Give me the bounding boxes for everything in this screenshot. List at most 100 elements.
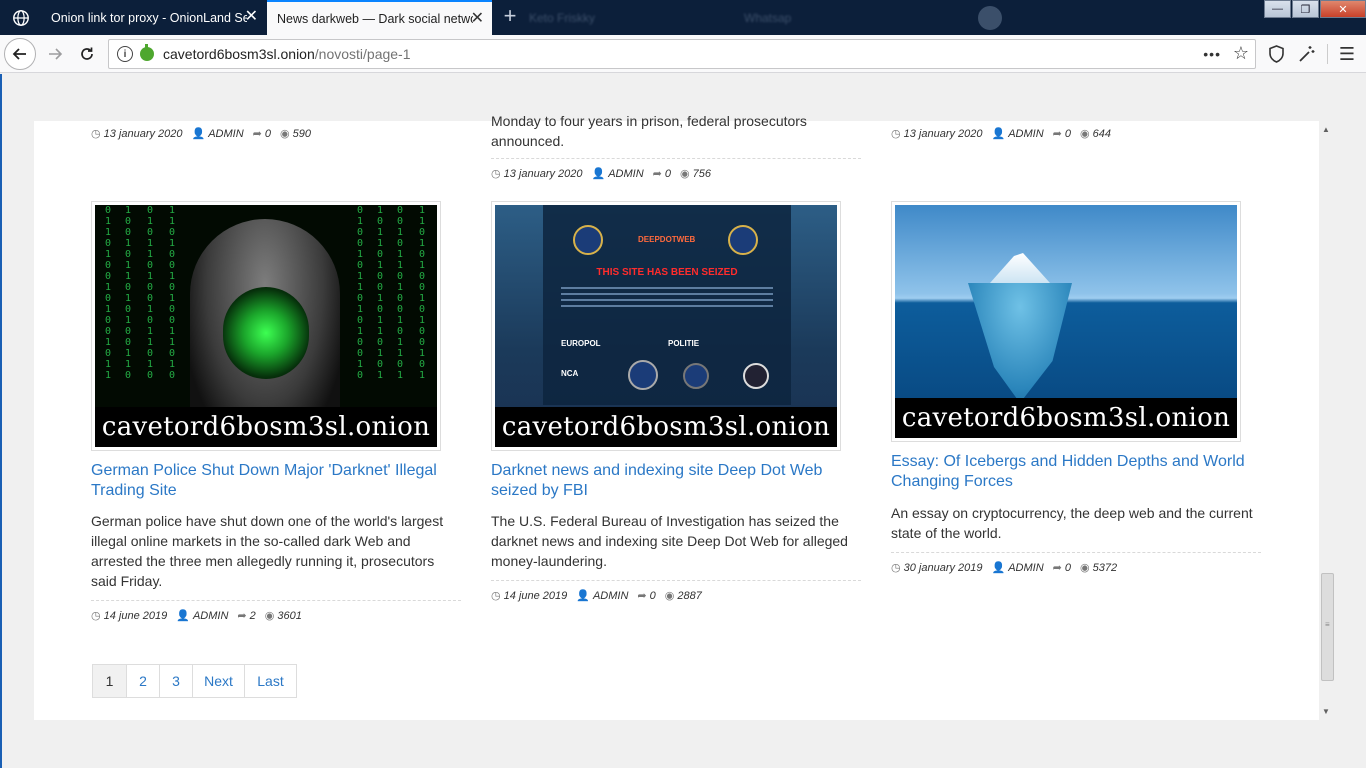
- meta-date: 14 june 2019: [103, 609, 168, 622]
- article-image-iceberg[interactable]: cavetord6bosm3sl.onion: [891, 201, 1241, 442]
- user-icon: 👤: [176, 610, 190, 622]
- article-meta: ◷ 13 january 2020 👤 ADMIN ➦ 0 ◉ 644: [891, 127, 1111, 141]
- meta-views: 756: [692, 167, 711, 180]
- tab-label: Onion link tor proxy - OnionLand Se: [51, 10, 247, 25]
- address-bar[interactable]: i cavetord6bosm3sl.onion/novosti/page-1 …: [108, 39, 1256, 69]
- divider: [91, 600, 461, 601]
- meta-shares: 2: [249, 609, 256, 622]
- globe-icon[interactable]: [0, 0, 41, 35]
- clock-icon: ◷: [491, 168, 501, 180]
- share-icon: ➦: [237, 610, 247, 622]
- scrollbar[interactable]: ▲ ≡ ▼: [1319, 121, 1335, 720]
- last-page-button[interactable]: Last: [244, 664, 297, 698]
- onion-icon: [140, 44, 154, 61]
- clock-icon: ◷: [491, 590, 501, 602]
- close-icon[interactable]: ✕: [471, 11, 484, 27]
- article-meta: ◷ 14 june 2019 👤 ADMIN ➦ 0 ◉ 2887: [491, 589, 702, 603]
- meta-author: ADMIN: [592, 589, 629, 602]
- tab-news-darkweb[interactable]: News darkweb — Dark social netwo ✕: [267, 0, 492, 35]
- divider: [491, 580, 861, 581]
- article-meta: ◷ 13 january 2020 👤 ADMIN ➦ 0 ◉ 756: [491, 167, 711, 181]
- share-icon: ➦: [1052, 562, 1062, 574]
- partial-article-text: Monday to four years in prison, federal …: [491, 111, 807, 151]
- eye-icon: ◉: [664, 590, 675, 602]
- meta-shares: 0: [1064, 127, 1072, 140]
- avatar: [978, 6, 1002, 30]
- clock-icon: ◷: [891, 128, 901, 140]
- meta-shares: 0: [264, 127, 272, 140]
- hacker-image: 0110100101001011 1001011010100110 010110…: [95, 205, 437, 447]
- meta-views: 5372: [1092, 561, 1118, 574]
- close-icon[interactable]: ✕: [245, 9, 258, 25]
- article-title-link[interactable]: Essay: Of Icebergs and Hidden Depths and…: [891, 452, 1271, 492]
- share-icon: ➦: [1052, 128, 1062, 140]
- window-controls: — ❐ ✕: [1263, 0, 1366, 18]
- page-1-button[interactable]: 1: [92, 664, 127, 698]
- meta-author: ADMIN: [1008, 561, 1044, 574]
- maximize-button[interactable]: ❐: [1292, 0, 1319, 18]
- meta-shares: 0: [649, 589, 656, 602]
- ghost-tab-label: Whatsap: [744, 10, 792, 25]
- meta-date: 13 january 2020: [503, 167, 583, 180]
- forward-button[interactable]: [39, 38, 71, 70]
- divider: [491, 158, 861, 159]
- scroll-down-arrow-icon[interactable]: ▼: [1322, 707, 1330, 716]
- meta-author: ADMIN: [1008, 127, 1044, 140]
- text-line: announced.: [491, 133, 565, 149]
- article-meta: ◷ 13 january 2020 👤 ADMIN ➦ 0 ◉ 590: [91, 127, 311, 141]
- url-path: /novosti/page-1: [314, 46, 411, 62]
- url-text[interactable]: cavetord6bosm3sl.onion/novosti/page-1: [163, 46, 411, 62]
- bookmark-star-icon[interactable]: ☆: [1233, 43, 1249, 64]
- info-icon[interactable]: i: [117, 46, 133, 62]
- scroll-up-arrow-icon[interactable]: ▲: [1322, 125, 1330, 134]
- eye-icon: ◉: [264, 610, 275, 622]
- meta-author: ADMIN: [208, 127, 244, 140]
- tab-bar: Onion link tor proxy - OnionLand Se ✕ Ne…: [0, 0, 1366, 35]
- tab-label: News darkweb — Dark social netwo: [277, 11, 473, 26]
- meta-author: ADMIN: [608, 167, 644, 180]
- share-icon: ➦: [252, 128, 262, 140]
- page-3-button[interactable]: 3: [159, 664, 193, 698]
- clock-icon: ◷: [91, 610, 101, 622]
- arrow-left-icon: [12, 48, 26, 60]
- reload-button[interactable]: [71, 38, 103, 70]
- image-logo-text: EUROPOL: [561, 339, 601, 348]
- user-icon: 👤: [591, 168, 606, 180]
- eye-icon: ◉: [1080, 128, 1090, 140]
- more-actions-icon[interactable]: •••: [1203, 46, 1221, 62]
- meta-date: 13 january 2020: [103, 127, 183, 140]
- tab-onionland[interactable]: Onion link tor proxy - OnionLand Se ✕: [41, 0, 266, 35]
- magic-wand-icon[interactable]: [1296, 43, 1318, 65]
- meta-shares: 0: [1064, 561, 1072, 574]
- watermark-text: cavetord6bosm3sl.onion: [895, 398, 1237, 438]
- close-window-button[interactable]: ✕: [1320, 0, 1366, 18]
- article-title-link[interactable]: German Police Shut Down Major 'Darknet' …: [91, 461, 461, 501]
- meta-views: 590: [292, 127, 311, 140]
- article-summary: An essay on cryptocurrency, the deep web…: [891, 505, 1253, 541]
- share-icon: ➦: [637, 590, 647, 602]
- new-tab-button[interactable]: +: [498, 5, 522, 29]
- image-logo-text: DEEPDOTWEB: [638, 235, 696, 244]
- back-button[interactable]: [4, 38, 36, 70]
- content-area: ◷ 13 january 2020 👤 ADMIN ➦ 0 ◉ 590 Monday t…: [34, 113, 1320, 720]
- minimize-button[interactable]: —: [1264, 0, 1291, 18]
- next-page-button[interactable]: Next: [192, 664, 245, 698]
- user-icon: 👤: [991, 128, 1006, 140]
- article-image-hacker[interactable]: 0110100101001011 1001011010100110 010110…: [91, 201, 441, 451]
- clock-icon: ◷: [91, 128, 101, 140]
- meta-author: ADMIN: [192, 609, 229, 622]
- toolbar-separator: [1327, 44, 1328, 64]
- article-title-link[interactable]: Darknet news and indexing site Deep Dot …: [491, 461, 861, 501]
- page-viewport: ◷ 13 january 2020 👤 ADMIN ➦ 0 ◉ 590 Monday t…: [0, 74, 1366, 768]
- share-icon: ➦: [652, 168, 662, 180]
- scrollbar-thumb[interactable]: ≡: [1321, 573, 1334, 681]
- hamburger-menu-icon[interactable]: ☰: [1336, 43, 1358, 65]
- shield-icon[interactable]: [1265, 43, 1287, 65]
- reload-icon: [81, 47, 93, 60]
- meta-date: 30 january 2019: [903, 561, 983, 574]
- image-logo-text: NCA: [561, 369, 579, 378]
- meta-date: 14 june 2019: [503, 589, 568, 602]
- pagination: 1 2 3 Next Last: [92, 664, 297, 698]
- article-image-fbi[interactable]: DEEPDOTWEB THIS SITE HAS BEEN SEIZED EUR…: [491, 201, 841, 451]
- page-2-button[interactable]: 2: [126, 664, 160, 698]
